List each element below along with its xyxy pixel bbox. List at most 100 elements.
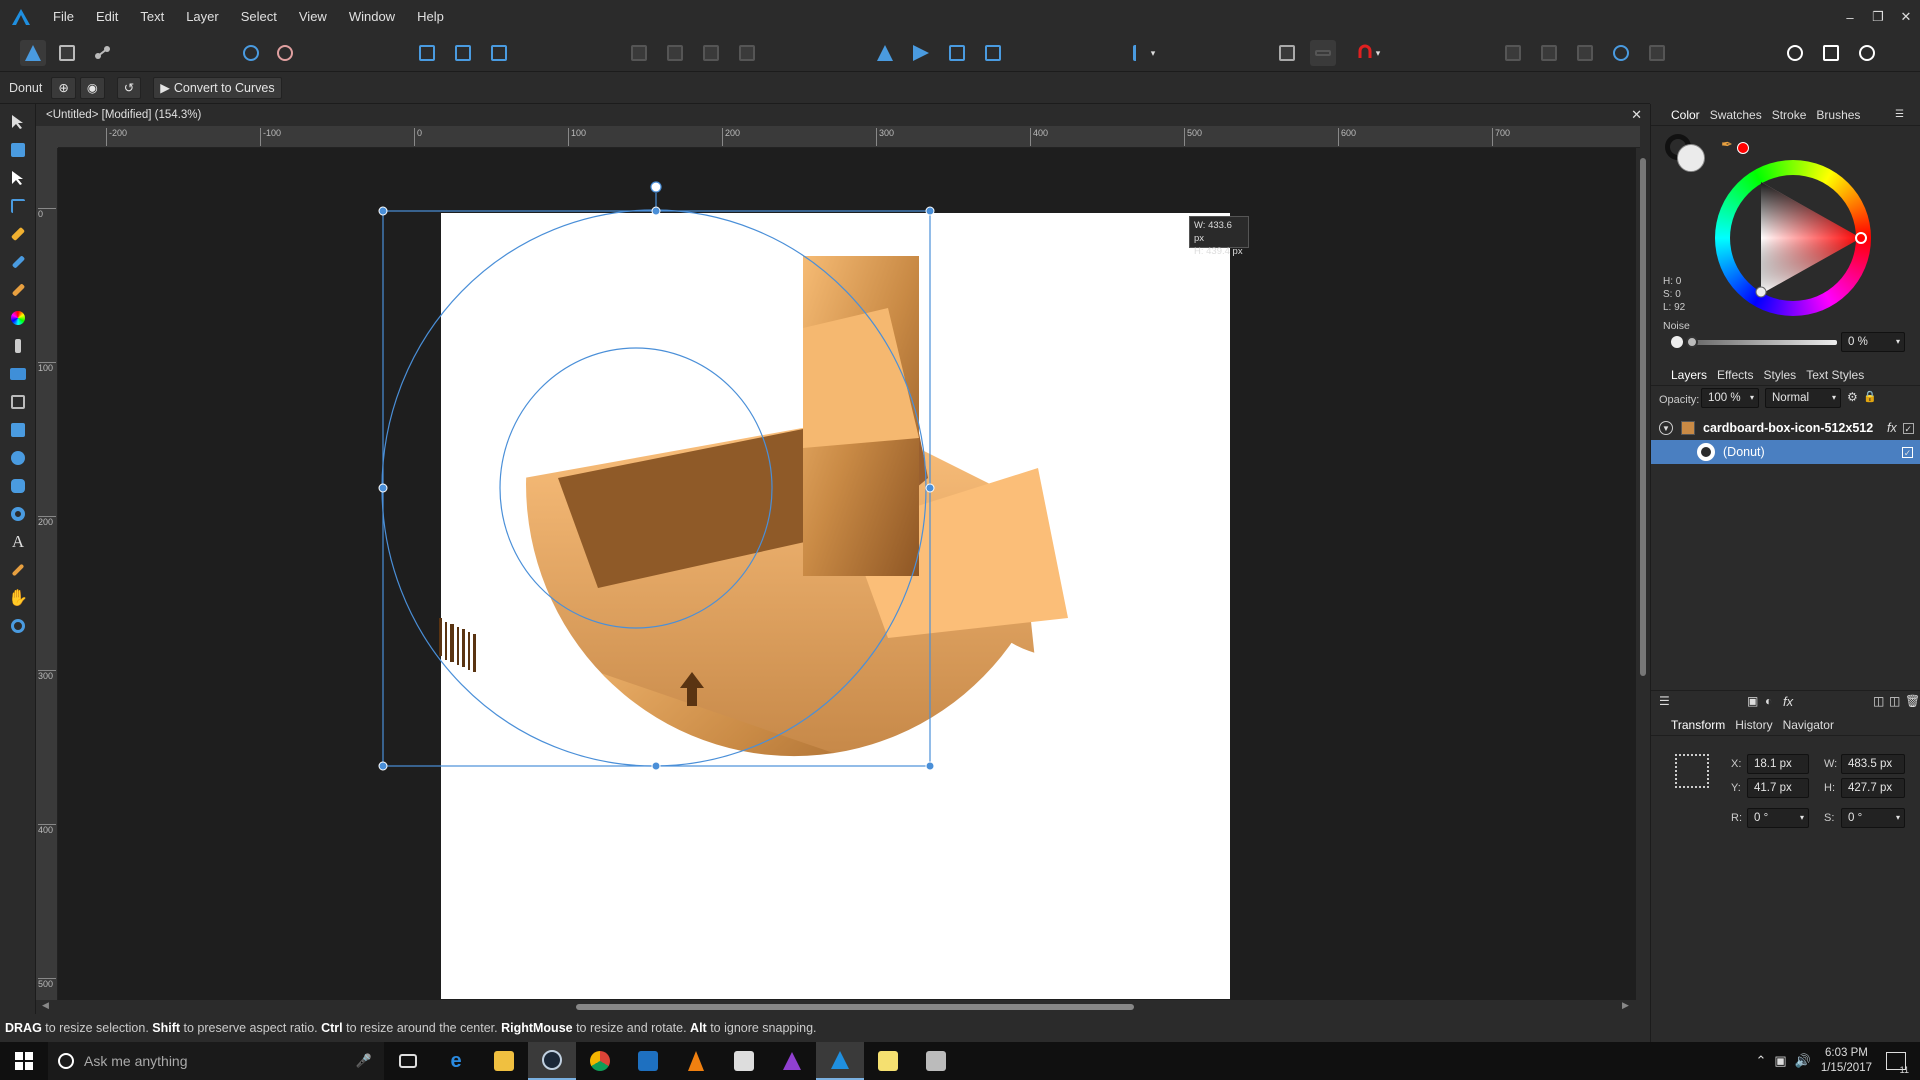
vertical-ruler[interactable]: 0 100 200 300 400 500 xyxy=(36,148,58,1006)
volume-icon[interactable]: 🔊 xyxy=(1795,1053,1811,1069)
opacity-field[interactable]: 100 % ▾ xyxy=(1701,388,1759,408)
pen-tool-icon[interactable] xyxy=(0,220,36,248)
zoom-tool-icon[interactable] xyxy=(0,612,36,640)
cortana-search-box[interactable]: Ask me anything 🎤 xyxy=(48,1042,384,1080)
effects-fx-icon[interactable]: fx xyxy=(1783,694,1793,709)
ellipse-tool-icon[interactable] xyxy=(0,444,36,472)
tab-swatches[interactable]: Swatches xyxy=(1710,108,1762,122)
current-color-dot[interactable] xyxy=(1737,142,1749,154)
affinity-designer-taskbar-icon[interactable] xyxy=(816,1042,864,1080)
tab-layers[interactable]: Layers xyxy=(1671,368,1707,382)
noise-value-field[interactable]: 0 % ▾ xyxy=(1841,332,1905,352)
vertical-scrollbar[interactable] xyxy=(1636,148,1650,1004)
snapping-magnet-icon[interactable]: ▾ xyxy=(1346,40,1390,66)
arrange-backward-icon[interactable] xyxy=(662,40,688,66)
menu-file[interactable]: File xyxy=(42,0,85,34)
noise-slider[interactable] xyxy=(1686,336,1837,348)
guides-icon[interactable] xyxy=(1310,40,1336,66)
designer-persona-icon[interactable] xyxy=(20,40,46,66)
pixel-persona-icon[interactable] xyxy=(54,40,80,66)
arrange-front-icon[interactable] xyxy=(734,40,760,66)
corner-tool-icon[interactable] xyxy=(0,192,36,220)
canvas[interactable]: W: 433.6 px H: 439.4 px xyxy=(58,148,1636,1004)
layer-settings-icon[interactable]: ⚙ xyxy=(1847,390,1858,404)
restore-icon[interactable]: ❐ xyxy=(1864,0,1892,34)
edge-browser-icon[interactable]: e xyxy=(432,1042,480,1080)
menu-layer[interactable]: Layer xyxy=(175,0,230,34)
rotate-left-icon[interactable] xyxy=(944,40,970,66)
horizontal-scroll-thumb[interactable] xyxy=(576,1004,1134,1010)
width-field[interactable]: 483.5 px xyxy=(1841,754,1905,774)
chrome-icon[interactable] xyxy=(576,1042,624,1080)
add-layer-icon[interactable]: ◫ xyxy=(1873,694,1884,708)
transform-origin-button[interactable]: ⊕ xyxy=(51,76,76,99)
tab-transform[interactable]: Transform xyxy=(1671,718,1725,732)
menu-select[interactable]: Select xyxy=(230,0,288,34)
microphone-icon[interactable]: 🎤 xyxy=(356,1053,372,1069)
export-persona-icon[interactable] xyxy=(90,40,116,66)
x-field[interactable]: 18.1 px xyxy=(1747,754,1809,774)
menu-window[interactable]: Window xyxy=(338,0,406,34)
tab-color[interactable]: Color xyxy=(1671,108,1700,122)
rotation-handle[interactable] xyxy=(650,181,662,193)
tab-effects[interactable]: Effects xyxy=(1717,368,1753,382)
adjustment-icon[interactable]: ◐ xyxy=(1765,694,1772,708)
flip-horizontal-icon[interactable] xyxy=(872,40,898,66)
horizontal-ruler[interactable]: -200 -100 0 100 200 300 400 500 600 700 xyxy=(58,126,1640,148)
close-icon[interactable]: ✕ xyxy=(1892,0,1920,34)
panel-menu-icon[interactable]: ☰ xyxy=(1895,109,1904,120)
tab-styles[interactable]: Styles xyxy=(1764,368,1797,382)
layer-row-cardboard-box[interactable]: ▼ cardboard-box-icon-512x512 fx ✓ xyxy=(1651,416,1920,440)
select-inside-icon[interactable] xyxy=(450,40,476,66)
bool-divide-icon[interactable] xyxy=(1644,40,1670,66)
horizontal-scrollbar[interactable]: ◀ ▶ xyxy=(36,1000,1650,1014)
layer-lock-icon[interactable]: 🔒 xyxy=(1863,390,1877,403)
assistant-icon[interactable] xyxy=(238,40,264,66)
rotate-right-icon[interactable] xyxy=(980,40,1006,66)
height-field[interactable]: 427.7 px xyxy=(1841,778,1905,798)
cardboard-box-donut[interactable] xyxy=(468,418,1068,958)
expand-toggle-icon[interactable]: ▼ xyxy=(1659,421,1673,435)
fill-tool-icon[interactable] xyxy=(0,304,36,332)
close-document-icon[interactable]: ✕ xyxy=(1631,104,1642,126)
color-picker-tool-icon[interactable] xyxy=(0,556,36,584)
start-button-icon[interactable] xyxy=(0,1042,48,1080)
artboard-tool-icon[interactable] xyxy=(0,136,36,164)
bool-subtract-icon[interactable] xyxy=(1536,40,1562,66)
insert-behind-icon[interactable] xyxy=(1818,40,1844,66)
blend-mode-select[interactable]: Normal ▾ xyxy=(1765,388,1841,408)
affinity-designer-logo-icon[interactable] xyxy=(0,9,42,25)
tray-chevron-icon[interactable]: ⌃ xyxy=(1755,1053,1766,1069)
ruler-corner[interactable] xyxy=(36,126,58,148)
visibility-checkbox[interactable]: ✓ xyxy=(1902,422,1914,434)
network-icon[interactable]: ▣ xyxy=(1774,1053,1786,1069)
affinity-photo-icon[interactable] xyxy=(768,1042,816,1080)
minimize-icon[interactable]: – xyxy=(1836,0,1864,34)
flip-vertical-icon[interactable] xyxy=(908,40,934,66)
sticky-notes-icon[interactable] xyxy=(864,1042,912,1080)
node-tool-icon[interactable] xyxy=(0,164,36,192)
tab-navigator[interactable]: Navigator xyxy=(1783,718,1834,732)
transparency-tool-icon[interactable] xyxy=(0,332,36,360)
scroll-left-icon[interactable]: ◀ xyxy=(42,1000,49,1011)
group-icon[interactable]: ◫ xyxy=(1889,694,1900,708)
menu-help[interactable]: Help xyxy=(406,0,455,34)
shear-field[interactable]: 0 ° ▾ xyxy=(1841,808,1905,828)
rectangle-tool-icon[interactable] xyxy=(0,416,36,444)
eyedropper-icon[interactable]: ✒ xyxy=(1721,136,1733,153)
app-window-icon[interactable] xyxy=(624,1042,672,1080)
task-view-icon[interactable] xyxy=(384,1042,432,1080)
vertical-scroll-thumb[interactable] xyxy=(1640,158,1646,676)
scroll-right-icon[interactable]: ▶ xyxy=(1622,1000,1629,1011)
insert-top-icon[interactable] xyxy=(1854,40,1880,66)
vector-brush-tool-icon[interactable] xyxy=(0,276,36,304)
photos-app-icon[interactable] xyxy=(912,1042,960,1080)
anchor-point-selector[interactable] xyxy=(1675,754,1709,788)
arrange-back-icon[interactable] xyxy=(626,40,652,66)
y-field[interactable]: 41.7 px xyxy=(1747,778,1809,798)
mask-icon[interactable]: ▣ xyxy=(1747,694,1758,708)
layer-row-donut[interactable]: (Donut) ✓ xyxy=(1651,440,1920,464)
convert-to-curves-button[interactable]: ▶ Convert to Curves xyxy=(153,76,282,99)
grid-icon[interactable] xyxy=(1274,40,1300,66)
steam-icon[interactable] xyxy=(528,1042,576,1080)
